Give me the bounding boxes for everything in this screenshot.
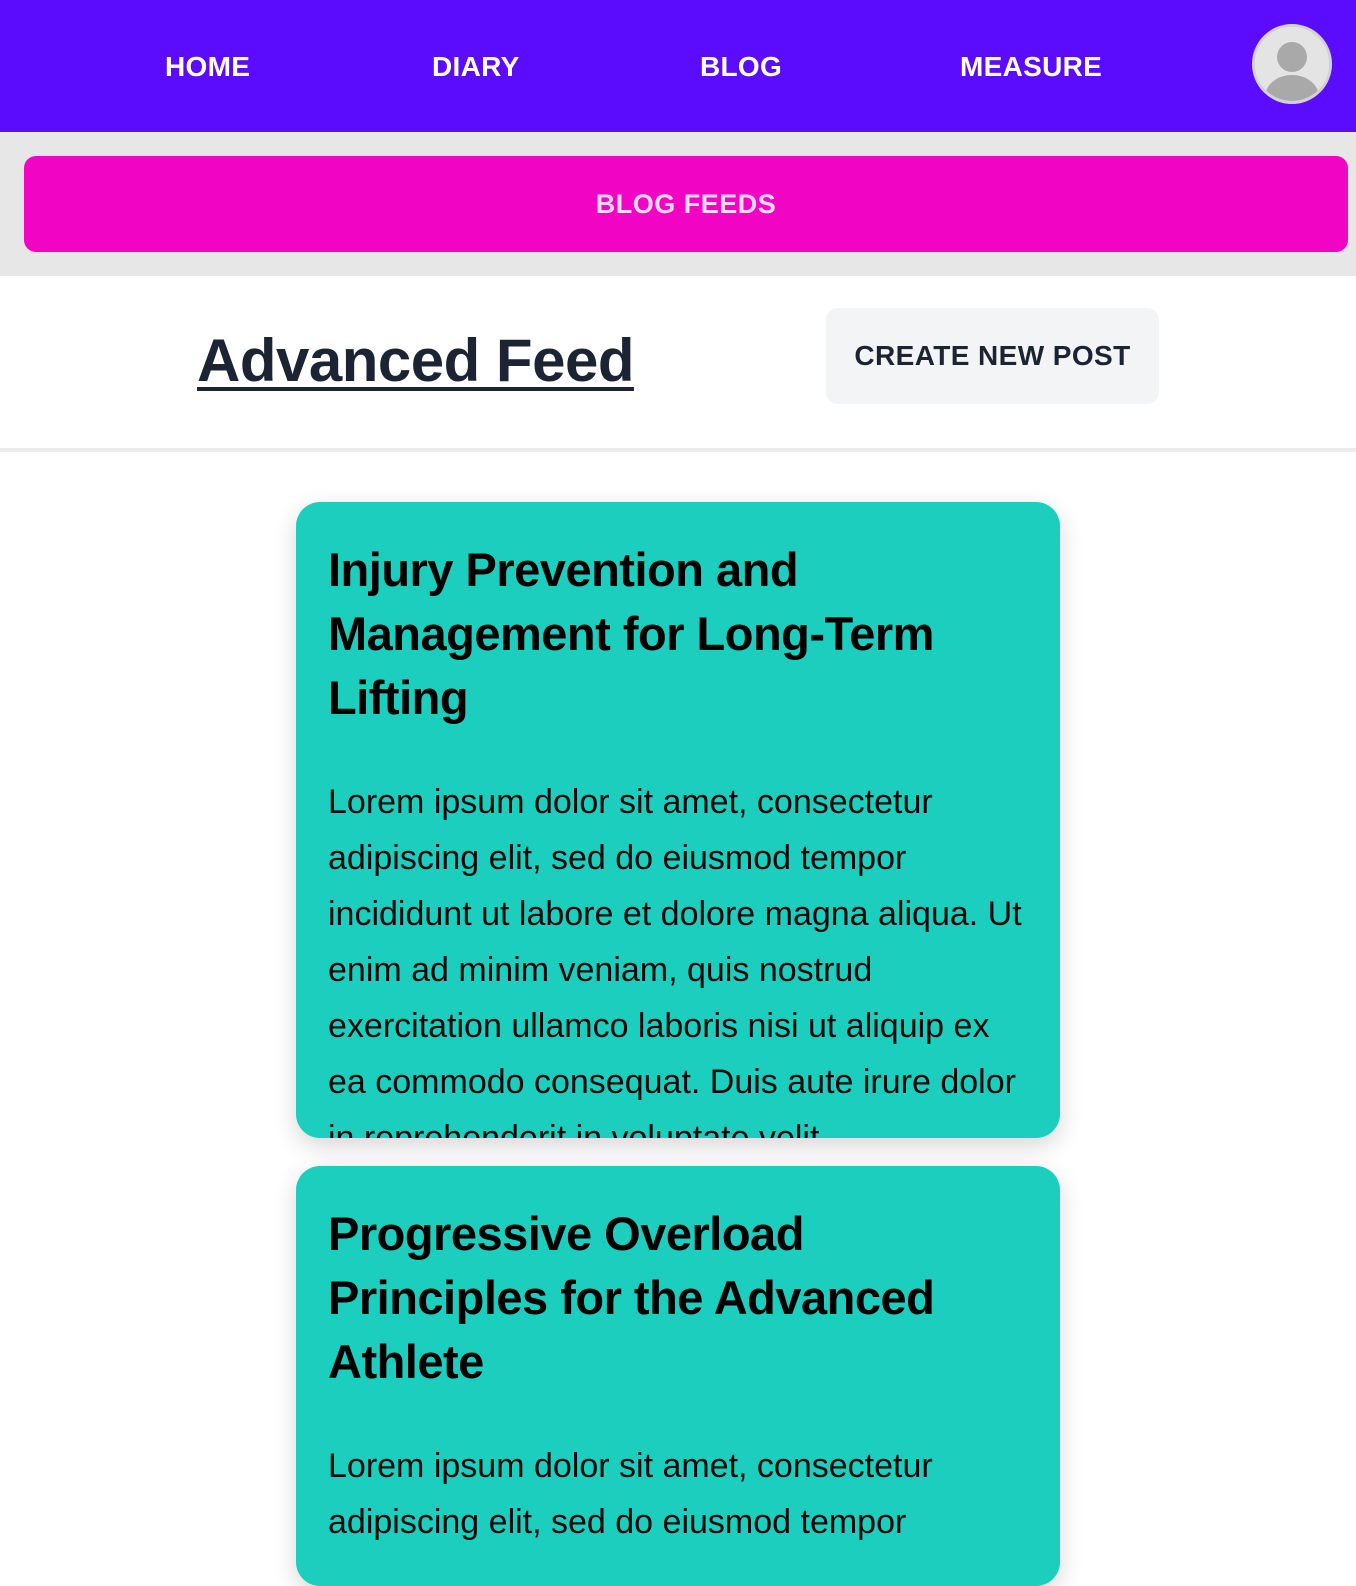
user-silhouette-icon (1255, 27, 1329, 101)
nav-home-link[interactable]: HOME (165, 48, 250, 86)
top-navbar: HOME DIARY BLOG MEASURE (0, 0, 1356, 132)
post-card[interactable]: Progressive Overload Principles for the … (296, 1166, 1060, 1586)
blog-feeds-button[interactable]: BLOG FEEDS (24, 156, 1348, 252)
nav-blog-link[interactable]: BLOG (700, 48, 782, 86)
user-avatar-icon[interactable] (1252, 24, 1332, 104)
nav-measure-link[interactable]: MEASURE (960, 48, 1102, 86)
post-title: Injury Prevention and Management for Lon… (328, 543, 934, 724)
post-title: Progressive Overload Principles for the … (328, 1207, 935, 1388)
feed-header: Advanced Feed CREATE NEW POST (0, 276, 1356, 452)
post-body: Lorem ipsum dolor sit amet, consectetur … (328, 1447, 933, 1541)
blog-feeds-strip: BLOG FEEDS (0, 132, 1356, 276)
page-title[interactable]: Advanced Feed (197, 326, 634, 395)
post-card[interactable]: Injury Prevention and Management for Lon… (296, 502, 1060, 1138)
nav-diary-link[interactable]: DIARY (432, 48, 520, 86)
post-body: Lorem ipsum dolor sit amet, consectetur … (328, 783, 1022, 1138)
create-new-post-button[interactable]: CREATE NEW POST (826, 308, 1159, 404)
